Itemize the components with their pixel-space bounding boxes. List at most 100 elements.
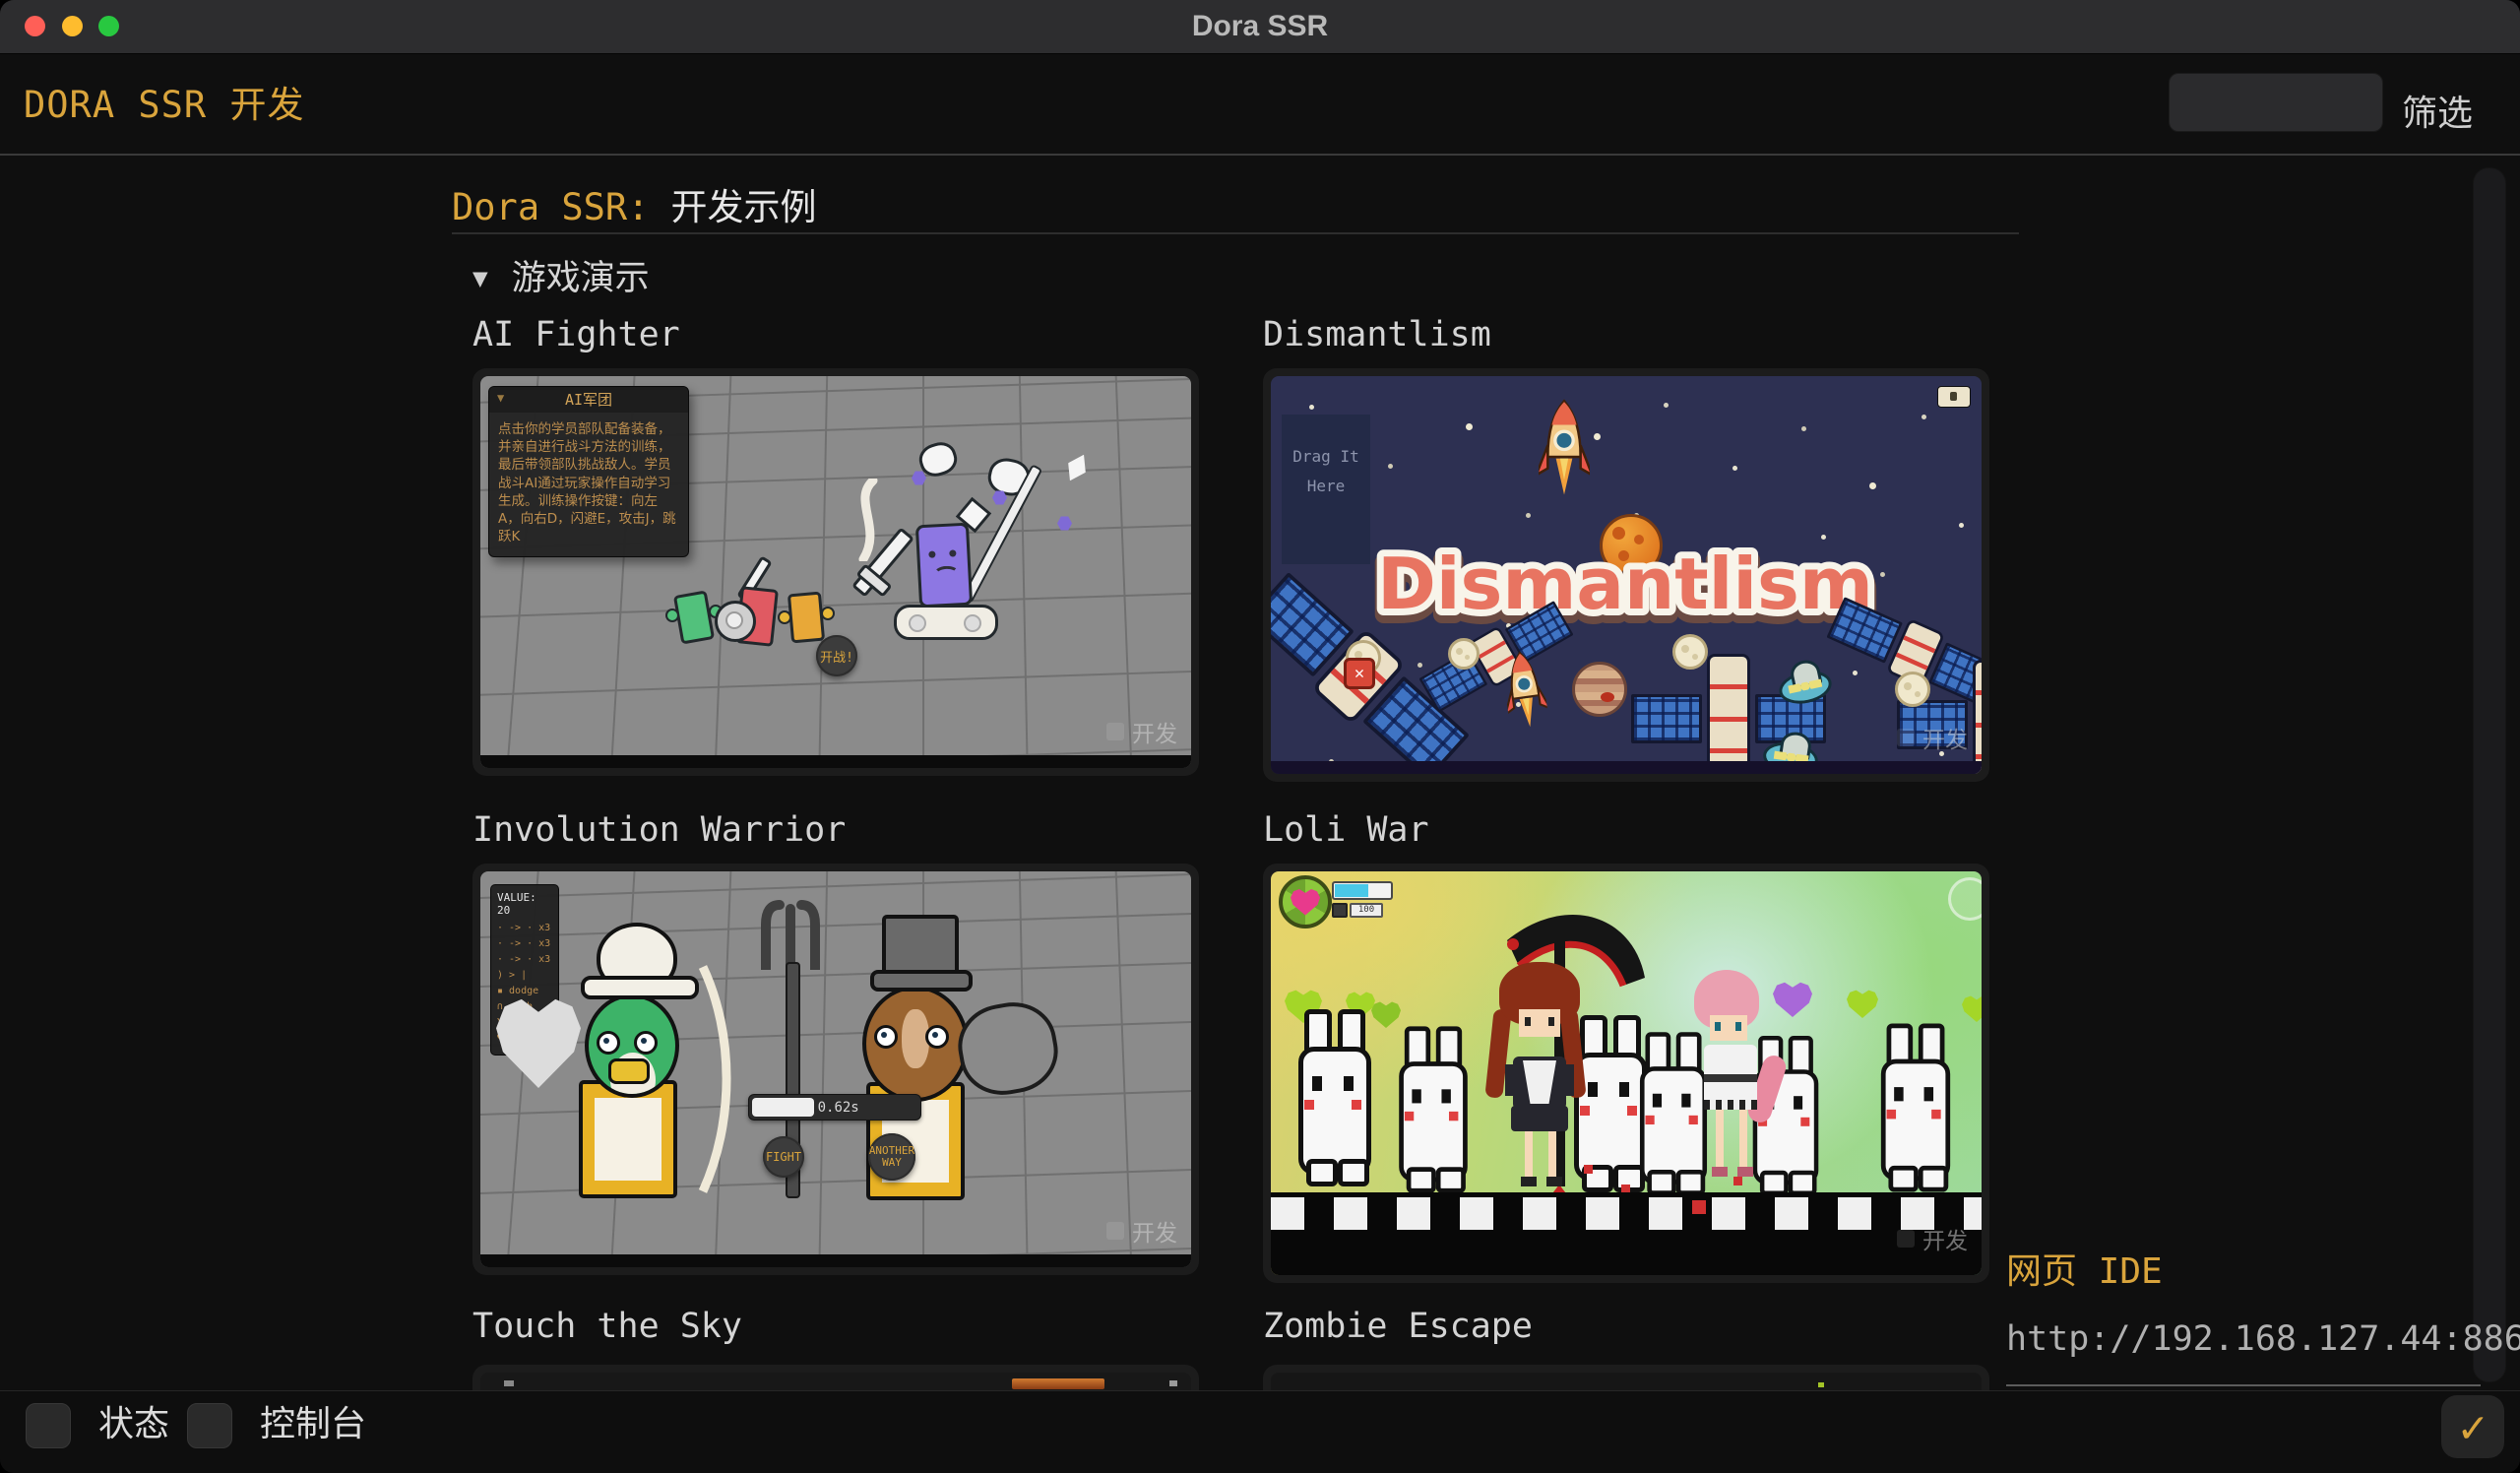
section-game-demos[interactable]: ▼ 游戏演示 [472,250,650,300]
yellow-dot [821,607,835,620]
heading-divider [452,232,2019,234]
toolbar-divider [0,154,2520,156]
hat-brim [870,970,973,992]
scene-fragment [1012,1378,1104,1389]
svg-text:Dismantlism: Dismantlism [1377,543,1873,625]
bunny [1640,1032,1707,1195]
striped-planet [1572,662,1627,717]
girl-face [1710,1015,1747,1041]
round-shield [715,601,756,642]
involution-warrior-thumbnail[interactable]: VALUE: 20 · -> · x3 · -> · x3 · -> · x3 … [472,864,1199,1275]
moon [1448,638,1480,670]
scene-fragment [1169,1380,1177,1386]
demo-title-touch-the-sky: Touch the Sky [472,1307,742,1346]
moon [1672,634,1708,670]
app-title: DORA SSR 开发 [24,75,304,128]
girl-shoe [1546,1177,1562,1186]
another-way-button: ANOTHERWAY [868,1133,915,1181]
ground-grid [480,871,1191,1267]
duck-eye [874,1025,898,1049]
value-title: VALUE: 20 [497,891,552,917]
dismantlism-scene: Drag It Here Dismantlism Dismantlism [1271,376,1982,774]
check-icon: ✓ [2459,1400,2487,1453]
green-heart [1962,995,1982,1022]
girl-white-dress [1704,1045,1757,1110]
start-battle-button: 开战! [816,635,857,676]
watermark-box [1106,723,1124,740]
watermark-box [1897,1230,1915,1248]
health-bar [1332,881,1393,900]
loli-war-thumbnail[interactable]: 100 [1263,864,1989,1283]
star-field [1271,376,1274,379]
pedestal [894,605,998,640]
girl-leg [1716,1110,1724,1169]
ai-fighter-scene: ▼ AI军团 点击你的学员部队配备装备，并亲自进行战斗方法的训练，最后带领部队挑… [480,376,1191,768]
dev-watermark: 开发 [1897,721,1968,754]
girl-leg [1739,1110,1747,1169]
filter-input[interactable] [2169,73,2383,132]
console-checkbox[interactable] [187,1403,232,1448]
purple-heart [1773,982,1812,1017]
orange-card-soldier [788,592,825,644]
demo-title-loli-war: Loli War [1263,810,1429,850]
timer-label: 0.62s [818,1095,859,1120]
letterbox [480,755,1191,768]
bunny [1298,1009,1371,1186]
corner-button [1937,386,1971,408]
footer-bar: 状态 控制台 ✓ [0,1390,2520,1473]
pause-button [1948,877,1982,921]
titlebar: Dora SSR [0,0,2520,54]
red-pixel [1733,1177,1742,1185]
girl-face [1519,1009,1560,1037]
duck-eye [634,1031,658,1055]
status-label: 状态 [98,1403,169,1446]
girl-skirt [1511,1106,1568,1131]
bunny [1881,1024,1950,1192]
duck-card-body [579,1080,677,1198]
red-pixel [1584,1165,1593,1174]
demo-title-involution-warrior: Involution Warrior [472,810,846,850]
red-pixel [1692,1200,1706,1214]
green-heart [1847,990,1878,1018]
panel-heading-doc: 开发示例 [670,186,816,228]
ai-fighter-tooltip: ▼ AI军团 点击你的学员部队配备装备，并亲自进行战斗方法的训练，最后带领部队挑… [488,386,689,557]
tooltip-title: AI军团 [489,387,688,413]
heart-emblem [1279,875,1332,929]
bunny [1399,1026,1468,1192]
duck-eye [925,1025,949,1049]
scrollbar[interactable] [2473,167,2506,1382]
web-ide-divider [2006,1384,2481,1386]
panel-heading: Dora SSR: 开发示例 [452,177,816,230]
demo-title-ai-fighter: AI Fighter [472,315,680,354]
tooltip-body: 点击你的学员部队配备装备，并亲自进行战斗方法的训练，最后带领部队挑战敌人。学员战… [489,413,688,556]
girl-shoe [1712,1167,1728,1177]
scene-fragment [504,1380,514,1386]
web-ide-title: 网页 IDE [2006,1243,2485,1294]
section-title: 游戏演示 [512,259,650,298]
involution-scene: VALUE: 20 · -> · x3 · -> · x3 · -> · x3 … [480,871,1191,1267]
dev-watermark: 开发 [1106,1214,1177,1248]
girl-dress [1513,1057,1566,1110]
window-title: Dora SSR [0,0,2520,53]
letterbox [480,1254,1191,1267]
tooltip-header: ▼ AI军团 [489,387,688,413]
dev-watermark: 开发 [1106,715,1177,748]
collapse-triangle-icon: ▼ [472,264,488,293]
scene-fragment [1818,1382,1824,1387]
resource-counter: 100 [1332,903,1383,918]
dashed-track [1271,1197,1982,1230]
dismantlism-thumbnail[interactable]: Drag It Here Dismantlism Dismantlism [1263,368,1989,782]
girl-shoe [1737,1167,1753,1177]
confirm-button[interactable]: ✓ [2441,1395,2504,1458]
ai-fighter-thumbnail[interactable]: ▼ AI军团 点击你的学员部队配备装备，并亲自进行战斗方法的训练，最后带领部队挑… [472,368,1199,776]
pitchfork-head [758,899,823,970]
timer-progress-bar: 0.62s [748,1094,921,1121]
purple-boss-card [915,523,973,608]
panel-heading-app: Dora SSR: [452,186,649,228]
girl-leg [1525,1131,1533,1179]
green-dot [665,608,679,622]
loli-war-scene: 100 [1271,871,1982,1275]
yellow-dot [778,610,791,624]
status-checkbox[interactable] [26,1403,71,1448]
web-ide-url: http://192.168.127.44:8866 [2006,1319,2485,1359]
